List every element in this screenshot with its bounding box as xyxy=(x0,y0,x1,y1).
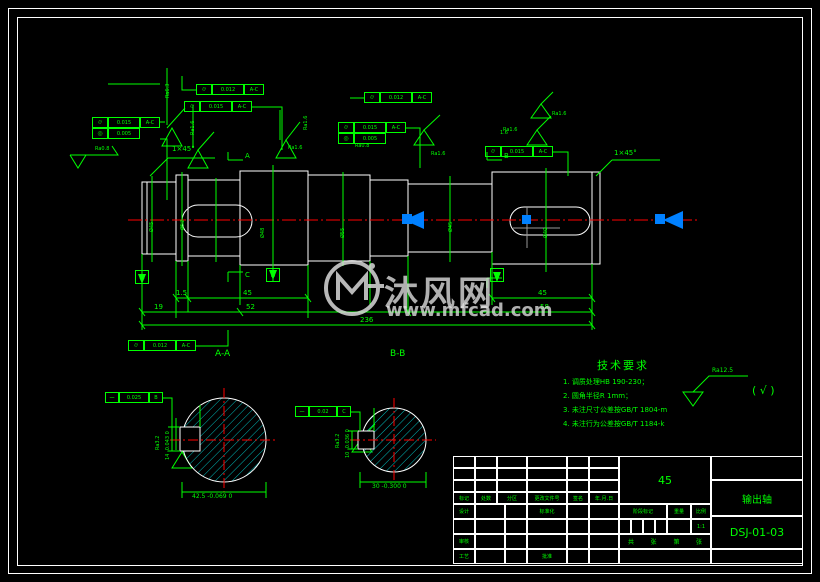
role-label-approve: 批准 xyxy=(527,549,567,564)
section-bb-diameter-dim: 30 -0.300 0 xyxy=(372,483,407,490)
tech-req-item-4: 4. 未注行为公差按GB/T 1184-k xyxy=(563,420,665,428)
rev-blank-r2c5 xyxy=(567,468,589,480)
title-block-blank-top-right xyxy=(711,456,803,480)
rev-blank-r2c2 xyxy=(475,468,497,480)
rev-blank-r3c6 xyxy=(589,480,619,492)
rev-blank-r3c1 xyxy=(453,480,475,492)
rev-header-1: 处数 xyxy=(475,492,497,504)
rev-blank-r1c4 xyxy=(527,456,567,468)
material-cell: 45 xyxy=(619,456,711,504)
tech-req-surface-paren: ( √ ) xyxy=(752,384,775,397)
rev-blank-r1c6 xyxy=(589,456,619,468)
rev-header-2: 分区 xyxy=(497,492,527,504)
rev-blank-r2c1 xyxy=(453,468,475,480)
weight-value-cell xyxy=(667,519,691,534)
role-blank-process-1 xyxy=(475,549,505,564)
tech-req-item-3: 3. 未注尺寸公差按GB/T 1804-m xyxy=(563,406,668,414)
role-blank-design-2 xyxy=(505,504,527,519)
sheet-cell-0: 共 xyxy=(619,534,642,549)
role-blank-row2-c5 xyxy=(567,519,589,534)
rev-blank-r2c6 xyxy=(589,468,619,480)
tech-req-surface-note: Ra12.5 xyxy=(712,367,734,374)
tech-req-title: 技术要求 xyxy=(597,359,649,372)
stage-sub-cell-1 xyxy=(619,519,631,534)
rev-blank-r3c3 xyxy=(497,480,527,492)
stage-sub-cell-3 xyxy=(643,519,655,534)
role-blank-approve-2 xyxy=(589,549,619,564)
rev-header-0: 标记 xyxy=(453,492,475,504)
rev-blank-r3c2 xyxy=(475,480,497,492)
sheet-cell-2: 第 xyxy=(665,534,688,549)
role-blank-row2-c2 xyxy=(475,519,505,534)
rev-header-5: 年.月.日 xyxy=(589,492,619,504)
stage-label-cell: 阶段标记 xyxy=(619,504,667,519)
role-blank-row2-c6 xyxy=(589,519,619,534)
role-label-process: 工艺 xyxy=(453,549,475,564)
cad-drawing-canvas: Ra0.8 Ra1.6 Ra6.3 Ra1.6 Ra0.8 Ra1.6 Ra1.… xyxy=(0,0,820,582)
title-block-blank-bottom-right xyxy=(711,549,803,564)
role-blank-review-4 xyxy=(567,534,589,549)
rev-blank-r1c5 xyxy=(567,456,589,468)
role-blank-process-2 xyxy=(505,549,527,564)
role-blank-design-1 xyxy=(475,504,505,519)
sheet-cell-1: 张 xyxy=(642,534,665,549)
stage-sub-cell-2 xyxy=(631,519,643,534)
role-blank-std-2 xyxy=(589,504,619,519)
role-blank-row2-c3 xyxy=(505,519,527,534)
rev-blank-r2c4 xyxy=(527,468,567,480)
tech-req-item-1: 1. 调质处理HB 190-230； xyxy=(563,378,649,386)
role-label-review: 审核 xyxy=(453,534,475,549)
rev-header-3: 更改文件号 xyxy=(527,492,567,504)
part-name-cell: 输出轴 xyxy=(711,480,803,516)
stage-sub-cell-4 xyxy=(655,519,667,534)
role-blank-review-3 xyxy=(527,534,567,549)
role-blank-review-5 xyxy=(589,534,619,549)
role-blank-approve-1 xyxy=(567,549,589,564)
section-bb-roughness: Ra3.2 xyxy=(335,433,341,448)
role-blank-review-1 xyxy=(475,534,505,549)
rev-header-4: 签名 xyxy=(567,492,589,504)
role-label-standardize: 标准化 xyxy=(527,504,567,519)
role-blank-row2-c1 xyxy=(453,519,475,534)
sheet-bottom-blank xyxy=(619,549,711,564)
rev-blank-r1c3 xyxy=(497,456,527,468)
scale-value-cell: 1:1 xyxy=(691,519,711,534)
role-blank-std-1 xyxy=(567,504,589,519)
sheet-cell-3: 张 xyxy=(688,534,711,549)
rev-blank-r1c1 xyxy=(453,456,475,468)
weight-label-cell: 重量 xyxy=(667,504,691,519)
scale-label-cell: 比例 xyxy=(691,504,711,519)
role-label-design: 设计 xyxy=(453,504,475,519)
rev-blank-r3c5 xyxy=(567,480,589,492)
rev-blank-r3c4 xyxy=(527,480,567,492)
rev-blank-r2c3 xyxy=(497,468,527,480)
section-bb-keyway-dim: 10 -0.036 0 xyxy=(345,429,351,458)
role-blank-review-2 xyxy=(505,534,527,549)
tech-req-item-2: 2. 圆角半径R 1mm； xyxy=(563,392,633,400)
part-number-cell: DSJ-01-03 xyxy=(711,516,803,549)
rev-blank-r1c2 xyxy=(475,456,497,468)
role-blank-row2-c4 xyxy=(527,519,567,534)
